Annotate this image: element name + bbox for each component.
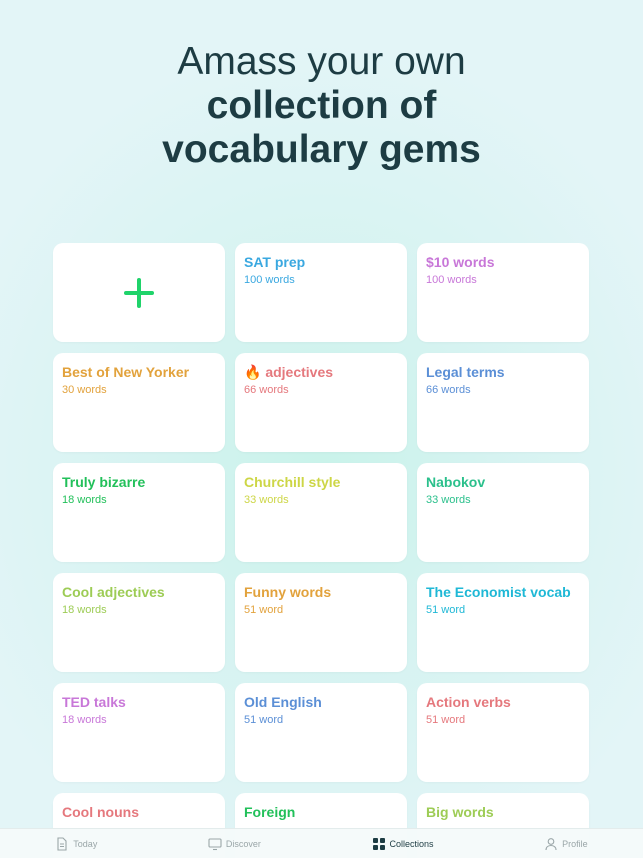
collection-title: $10 words	[426, 254, 495, 270]
tab-bar: Today Discover Collections Profile	[0, 828, 643, 858]
collection-title: Best of New Yorker	[62, 364, 190, 380]
headline-line-3: vocabulary gems	[162, 128, 481, 171]
tab-today[interactable]: Today	[55, 836, 98, 851]
collection-word-count: 18 words	[62, 494, 107, 506]
collection-card[interactable]: Action verbs 51 word	[417, 683, 589, 782]
collection-card[interactable]: Old English 51 word	[235, 683, 407, 782]
collection-card[interactable]: SAT prep 100 words	[235, 243, 407, 342]
collection-title: Churchill style	[244, 474, 341, 490]
collection-title: Cool adjectives	[62, 584, 165, 600]
collection-card[interactable]: Cool adjectives 18 words	[53, 573, 225, 672]
collection-title: TED talks	[62, 694, 126, 710]
person-icon	[545, 837, 557, 850]
collection-word-count: 100 words	[426, 274, 477, 286]
headline: Amass your own collection of vocabulary …	[0, 40, 643, 172]
collection-card[interactable]: $10 words 100 words	[417, 243, 589, 342]
collection-card[interactable]: Legal terms 66 words	[417, 353, 589, 452]
collection-title: SAT prep	[244, 254, 306, 270]
collection-word-count: 18 words	[62, 714, 107, 726]
grid-icon	[372, 837, 385, 850]
tab-label: Profile	[562, 838, 588, 849]
collection-card[interactable]: Churchill style 33 words	[235, 463, 407, 562]
headline-line-1: Amass your own	[177, 40, 466, 83]
document-icon	[57, 836, 67, 851]
collection-card[interactable]: Nabokov 33 words	[417, 463, 589, 562]
collection-word-count: 51 word	[426, 604, 466, 616]
headline-line-2: collection of	[206, 84, 437, 127]
collection-title: Old English	[244, 694, 322, 710]
collection-word-count: 33 words	[426, 494, 471, 506]
collection-title: Nabokov	[426, 474, 486, 490]
collection-card[interactable]: Best of New Yorker 30 words	[53, 353, 225, 452]
collection-card[interactable]: Funny words 51 word	[235, 573, 407, 672]
collection-title: Foreign	[244, 804, 296, 820]
collection-title: 🔥 adjectives	[244, 364, 334, 380]
tab-profile[interactable]: Profile	[544, 837, 588, 851]
collection-word-count: 18 words	[62, 604, 107, 616]
collection-card[interactable]: 🔥 adjectives 66 words	[235, 353, 407, 452]
collection-card[interactable]: Truly bizarre 18 words	[53, 463, 225, 562]
tab-label: Collections	[389, 838, 434, 849]
collection-title: Legal terms	[426, 364, 505, 380]
tab-discover[interactable]: Discover	[208, 837, 261, 851]
collection-word-count: 51 word	[244, 604, 284, 616]
collections-grid: SAT prep 100 words $10 words 100 words Best …	[53, 243, 590, 858]
tab-label: Discover	[225, 838, 261, 849]
collection-word-count: 51 word	[426, 714, 466, 726]
add-collection-button[interactable]	[53, 243, 225, 342]
collection-word-count: 51 word	[244, 714, 284, 726]
collection-card[interactable]: The Economist vocab 51 word	[417, 573, 589, 672]
collection-word-count: 100 words	[244, 274, 295, 286]
collection-title: Big words	[426, 804, 494, 820]
collection-title: Truly bizarre	[62, 474, 146, 490]
tab-collections[interactable]: Collections	[372, 837, 434, 851]
collection-word-count: 33 words	[244, 494, 289, 506]
collection-card[interactable]: TED talks 18 words	[53, 683, 225, 782]
collection-word-count: 30 words	[62, 384, 107, 396]
collection-word-count: 66 words	[244, 384, 289, 396]
monitor-icon	[208, 837, 222, 850]
collection-title: The Economist vocab	[426, 584, 571, 600]
collection-title: Funny words	[244, 584, 332, 600]
collection-title: Cool nouns	[62, 804, 139, 820]
collection-title: Action verbs	[426, 694, 511, 710]
collection-word-count: 66 words	[426, 384, 471, 396]
plus-icon	[124, 277, 154, 308]
tab-label: Today	[73, 838, 98, 849]
